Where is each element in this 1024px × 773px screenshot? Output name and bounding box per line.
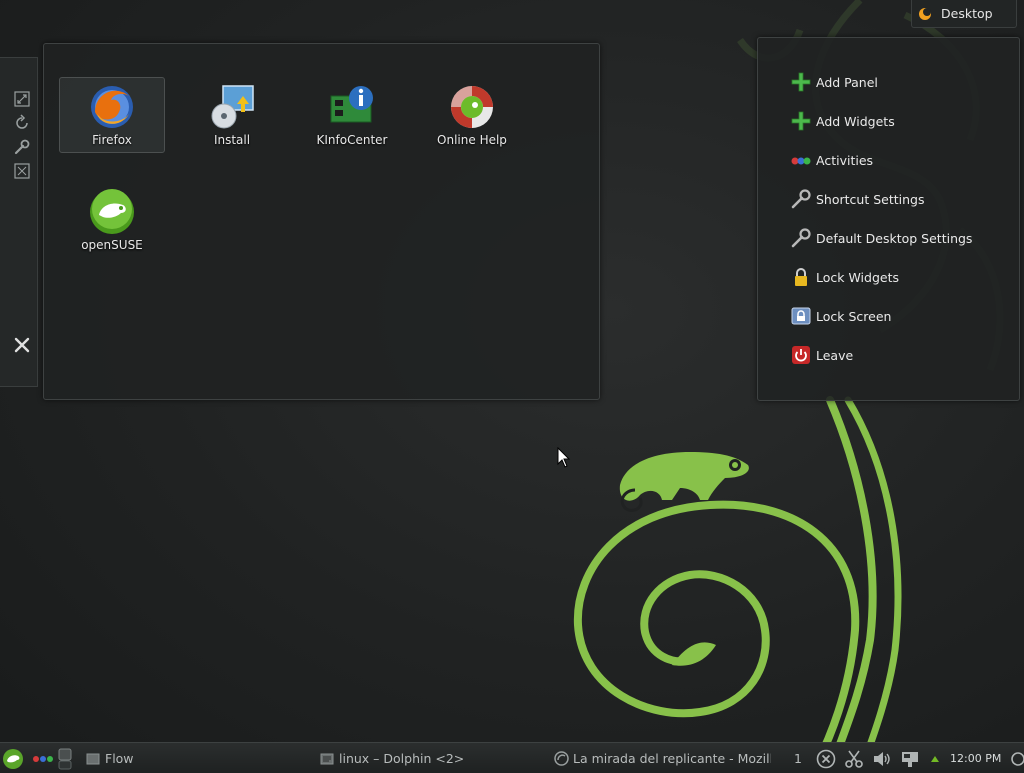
volume-tray-icon[interactable]: [872, 743, 894, 773]
menu-item-shortcut-settings[interactable]: Shortcut Settings: [790, 188, 1000, 210]
add-icon: [791, 111, 811, 131]
menu-item-label: Default Desktop Settings: [816, 230, 973, 246]
klipper-tray-icon[interactable]: [844, 743, 866, 773]
menu-item-label: Shortcut Settings: [816, 191, 925, 207]
close-circle-icon: [816, 749, 836, 768]
mouse-cursor-icon: [557, 447, 571, 468]
task-label: La mirada del replicante - Mozilla: [573, 751, 771, 766]
dolphin-icon: [320, 753, 334, 764]
menu-item-add-panel[interactable]: Add Panel: [790, 71, 1000, 93]
desktop-icon-opensuse[interactable]: openSUSE: [59, 182, 165, 258]
activities-icon: [33, 755, 53, 762]
folder-view-widget[interactable]: Firefox Install KInfoCenter Online Help …: [43, 43, 600, 400]
task-label: Flow: [105, 751, 134, 766]
resize-icon[interactable]: [13, 90, 31, 108]
task-firefox[interactable]: La mirada del replicante - Mozilla: [554, 743, 772, 773]
network-tray-icon[interactable]: [900, 743, 922, 773]
system-tray-close[interactable]: [816, 743, 838, 773]
menu-item-label: Lock Screen: [816, 308, 892, 324]
online-help-icon: [451, 86, 493, 128]
desktop-icon-firefox[interactable]: Firefox: [59, 77, 165, 153]
padlock-icon: [795, 268, 807, 286]
menu-item-default-desktop-settings[interactable]: Default Desktop Settings: [790, 227, 1000, 249]
kinfocenter-icon: [330, 86, 373, 123]
menu-item-label: Add Panel: [816, 74, 878, 90]
menu-item-lock-widgets[interactable]: Lock Widgets: [790, 266, 1000, 288]
plasma-toolbox-icon: [1011, 751, 1024, 766]
task-label: linux – Dolphin <2>: [339, 751, 465, 766]
application-launcher-button[interactable]: [2, 743, 26, 773]
panel-toolbox-button[interactable]: [1008, 743, 1024, 773]
show-desktop-button[interactable]: [58, 743, 74, 773]
desktop-icon-online-help[interactable]: Online Help: [419, 77, 525, 153]
menu-item-activities[interactable]: Activities: [790, 149, 1000, 171]
folder-icon: [86, 753, 100, 764]
desktop-icon-install[interactable]: Install: [179, 77, 285, 153]
install-icon: [211, 85, 254, 129]
wrench-icon: [791, 189, 811, 209]
menu-item-leave[interactable]: Leave: [790, 344, 1000, 366]
desktop-icon-label: openSUSE: [81, 238, 143, 252]
add-icon: [791, 72, 811, 92]
firefox-icon: [554, 751, 569, 766]
menu-item-lock-screen[interactable]: Lock Screen: [790, 305, 1000, 327]
firefox-icon: [91, 86, 133, 128]
menu-item-label: Add Widgets: [816, 113, 895, 129]
clock[interactable]: 12:00 PM: [950, 743, 1004, 773]
opensuse-launcher-icon: [3, 748, 23, 769]
tray-expander[interactable]: [930, 743, 942, 773]
desktop-icon-label: Install: [213, 133, 251, 147]
arrow-up-icon: [931, 755, 939, 762]
power-icon: [792, 346, 810, 364]
network-icon: [902, 751, 918, 767]
speaker-icon: [874, 751, 890, 766]
plasma-toolbox-icon: [919, 7, 931, 20]
folderview-handle[interactable]: [0, 57, 38, 387]
activities-icon: [791, 157, 811, 165]
desktop-icon-label: KInfoCenter: [316, 133, 388, 147]
desktop-icon-label: Firefox: [92, 133, 132, 147]
task-dolphin[interactable]: linux – Dolphin <2>: [320, 743, 530, 773]
rotate-icon[interactable]: [13, 114, 31, 132]
desktop-icon-kinfocenter[interactable]: KInfoCenter: [299, 77, 405, 153]
menu-item-label: Activities: [816, 152, 874, 168]
pager-number[interactable]: 1: [794, 743, 806, 773]
desktop-context-menu: Add Panel Add Widgets Activities Shortcu…: [757, 37, 1020, 401]
task-flow[interactable]: Flow: [86, 743, 286, 773]
menu-item-label: Leave: [816, 347, 854, 363]
lock-screen-icon: [791, 307, 811, 325]
fullscreen-icon[interactable]: [13, 162, 31, 180]
wrench-icon[interactable]: [13, 138, 31, 156]
activity-manager-button[interactable]: [32, 743, 54, 773]
toolbox-label: Desktop: [941, 6, 993, 21]
desktop-pager-icon: [58, 748, 72, 769]
desktop-icon-label: Online Help: [437, 133, 507, 147]
close-icon[interactable]: [13, 336, 31, 354]
desktop-toolbox[interactable]: Desktop: [911, 0, 1017, 28]
wrench-icon: [791, 228, 811, 248]
menu-item-label: Lock Widgets: [816, 269, 900, 285]
taskbar-panel: Flow linux – Dolphin <2> La mirada del r…: [0, 742, 1024, 773]
menu-item-add-widgets[interactable]: Add Widgets: [790, 110, 1000, 132]
opensuse-icon: [90, 189, 134, 234]
scissors-icon: [845, 750, 863, 768]
